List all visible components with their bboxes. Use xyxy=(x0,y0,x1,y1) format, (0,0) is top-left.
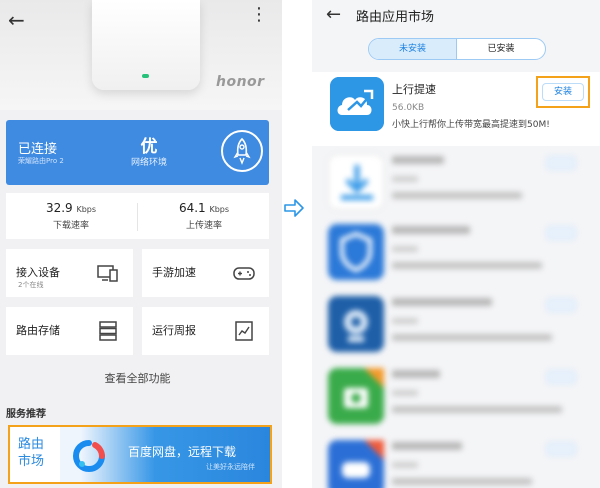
back-arrow-icon[interactable]: ← xyxy=(326,4,341,25)
tile-connected-devices[interactable]: 接入设备 2个在线 xyxy=(6,249,133,297)
market-label-line2: 市场 xyxy=(18,454,45,469)
router-led xyxy=(142,74,149,78)
back-arrow-icon[interactable]: ← xyxy=(8,8,25,32)
tile-router-storage[interactable]: 路由存储 xyxy=(6,307,133,355)
blurred-text xyxy=(392,334,552,341)
blurred-text xyxy=(392,442,462,450)
blurred-text xyxy=(392,262,542,269)
upload-boost-app-icon xyxy=(330,77,384,131)
router-hero: ← ⋮ honor xyxy=(0,0,282,110)
install-status-tabs: 未安装 已安装 xyxy=(368,38,546,60)
tile-weekly-report[interactable]: 运行周报 xyxy=(142,307,269,355)
list-item[interactable] xyxy=(312,436,600,488)
market-label-line1: 路由 xyxy=(18,437,45,452)
download-speed: 32.9 Kbps 下载速率 xyxy=(11,201,131,231)
shield-icon xyxy=(340,231,372,273)
upload-speed-value: 64.1 xyxy=(178,201,206,215)
blurred-text xyxy=(392,176,418,182)
tile-subtitle: 2个在线 xyxy=(18,281,44,289)
list-item[interactable] xyxy=(312,364,600,434)
app-name: 上行提速 xyxy=(392,83,436,96)
blurred-text xyxy=(392,246,418,252)
network-quality: 优 xyxy=(140,137,158,157)
tag-icon xyxy=(344,368,384,408)
install-button[interactable] xyxy=(546,298,576,312)
blurred-text xyxy=(392,390,418,396)
tab-installed[interactable]: 已安装 xyxy=(457,39,545,59)
speed-panel: 32.9 Kbps 下载速率 64.1 Kbps 上传速率 xyxy=(6,193,269,239)
install-button[interactable]: 安装 xyxy=(542,83,584,101)
tile-game-boost[interactable]: 手游加速 xyxy=(142,249,269,297)
blurred-text xyxy=(392,478,532,485)
list-item[interactable] xyxy=(312,220,600,290)
blurred-text xyxy=(392,462,418,468)
download-icon xyxy=(341,165,373,200)
connection-status: 已连接 xyxy=(18,142,58,157)
game-icon xyxy=(342,440,384,478)
storage-icon xyxy=(99,321,117,341)
app-icon xyxy=(328,224,384,280)
blurred-text xyxy=(392,298,492,306)
report-icon xyxy=(235,321,253,341)
tile-title: 路由存储 xyxy=(16,324,60,337)
download-speed-label: 下载速率 xyxy=(52,221,89,231)
upload-speed-label: 上传速率 xyxy=(185,221,222,231)
view-all-functions-link[interactable]: 查看全部功能 xyxy=(6,370,269,386)
page-title: 路由应用市场 xyxy=(356,10,435,25)
upload-speed-unit: Kbps xyxy=(209,205,230,214)
tile-title: 手游加速 xyxy=(152,266,196,279)
camera-icon xyxy=(344,310,368,342)
app-list-item[interactable]: 上行提速 56.0KB 小快上行帮你上传带宽最高提速到50M! 安装 xyxy=(312,72,600,146)
divider xyxy=(137,203,138,231)
list-item[interactable] xyxy=(312,292,600,362)
more-options-icon[interactable]: ⋮ xyxy=(250,6,268,24)
download-speed-value: 32.9 xyxy=(45,201,73,215)
brand-logo: honor xyxy=(216,74,265,90)
blurred-text xyxy=(392,406,562,413)
rocket-boost-icon[interactable] xyxy=(221,130,263,172)
gamepad-icon xyxy=(233,267,255,280)
router-name: 荣耀路由Pro 2 xyxy=(18,157,64,165)
tile-title: 运行周报 xyxy=(152,324,196,337)
banner-title: 百度网盘，远程下载 xyxy=(128,445,237,459)
network-quality-label: 网络环境 xyxy=(130,158,167,168)
router-home-screen: ← ⋮ honor 已连接 荣耀路由Pro 2 优 网络环境 32.9 Kbps… xyxy=(0,0,282,488)
baidu-netdisk-logo-icon xyxy=(73,440,105,472)
install-button-highlight: 安装 xyxy=(536,76,590,108)
install-button[interactable] xyxy=(546,370,576,384)
router-market-banner[interactable]: 路由 市场 百度网盘，远程下载 让美好永远陪伴 xyxy=(8,425,272,484)
devices-icon xyxy=(97,265,118,282)
blurred-text xyxy=(392,318,418,324)
router-market-label: 路由 市场 xyxy=(10,427,60,482)
tile-title: 接入设备 xyxy=(16,266,60,279)
section-title: 服务推荐 xyxy=(6,409,46,420)
app-description: 小快上行帮你上传带宽最高提速到50M! xyxy=(392,120,550,130)
blurred-app-list xyxy=(312,150,600,488)
upload-speed: 64.1 Kbps 上传速率 xyxy=(144,201,264,231)
list-item[interactable] xyxy=(312,150,600,220)
blurred-text xyxy=(392,370,440,378)
app-market-screen: ← 路由应用市场 未安装 已安装 上行提速 56.0KB 小快上行帮你上传带宽最… xyxy=(312,0,600,488)
arrow-right-icon xyxy=(284,199,304,217)
install-button[interactable] xyxy=(546,156,576,170)
connection-status-card[interactable]: 已连接 荣耀路由Pro 2 优 网络环境 xyxy=(6,120,269,185)
blurred-text xyxy=(392,192,522,199)
app-size: 56.0KB xyxy=(392,103,425,113)
app-icon xyxy=(328,154,384,210)
tab-not-installed[interactable]: 未安装 xyxy=(369,39,457,59)
blurred-text xyxy=(392,156,444,164)
blurred-text xyxy=(392,226,470,234)
install-button[interactable] xyxy=(546,226,576,240)
app-icon xyxy=(328,440,384,488)
install-button[interactable] xyxy=(546,442,576,456)
app-icon xyxy=(328,368,384,424)
banner-subtitle: 让美好永远陪伴 xyxy=(206,463,255,471)
app-icon xyxy=(328,296,384,352)
download-speed-unit: Kbps xyxy=(76,205,97,214)
router-image xyxy=(92,0,200,90)
